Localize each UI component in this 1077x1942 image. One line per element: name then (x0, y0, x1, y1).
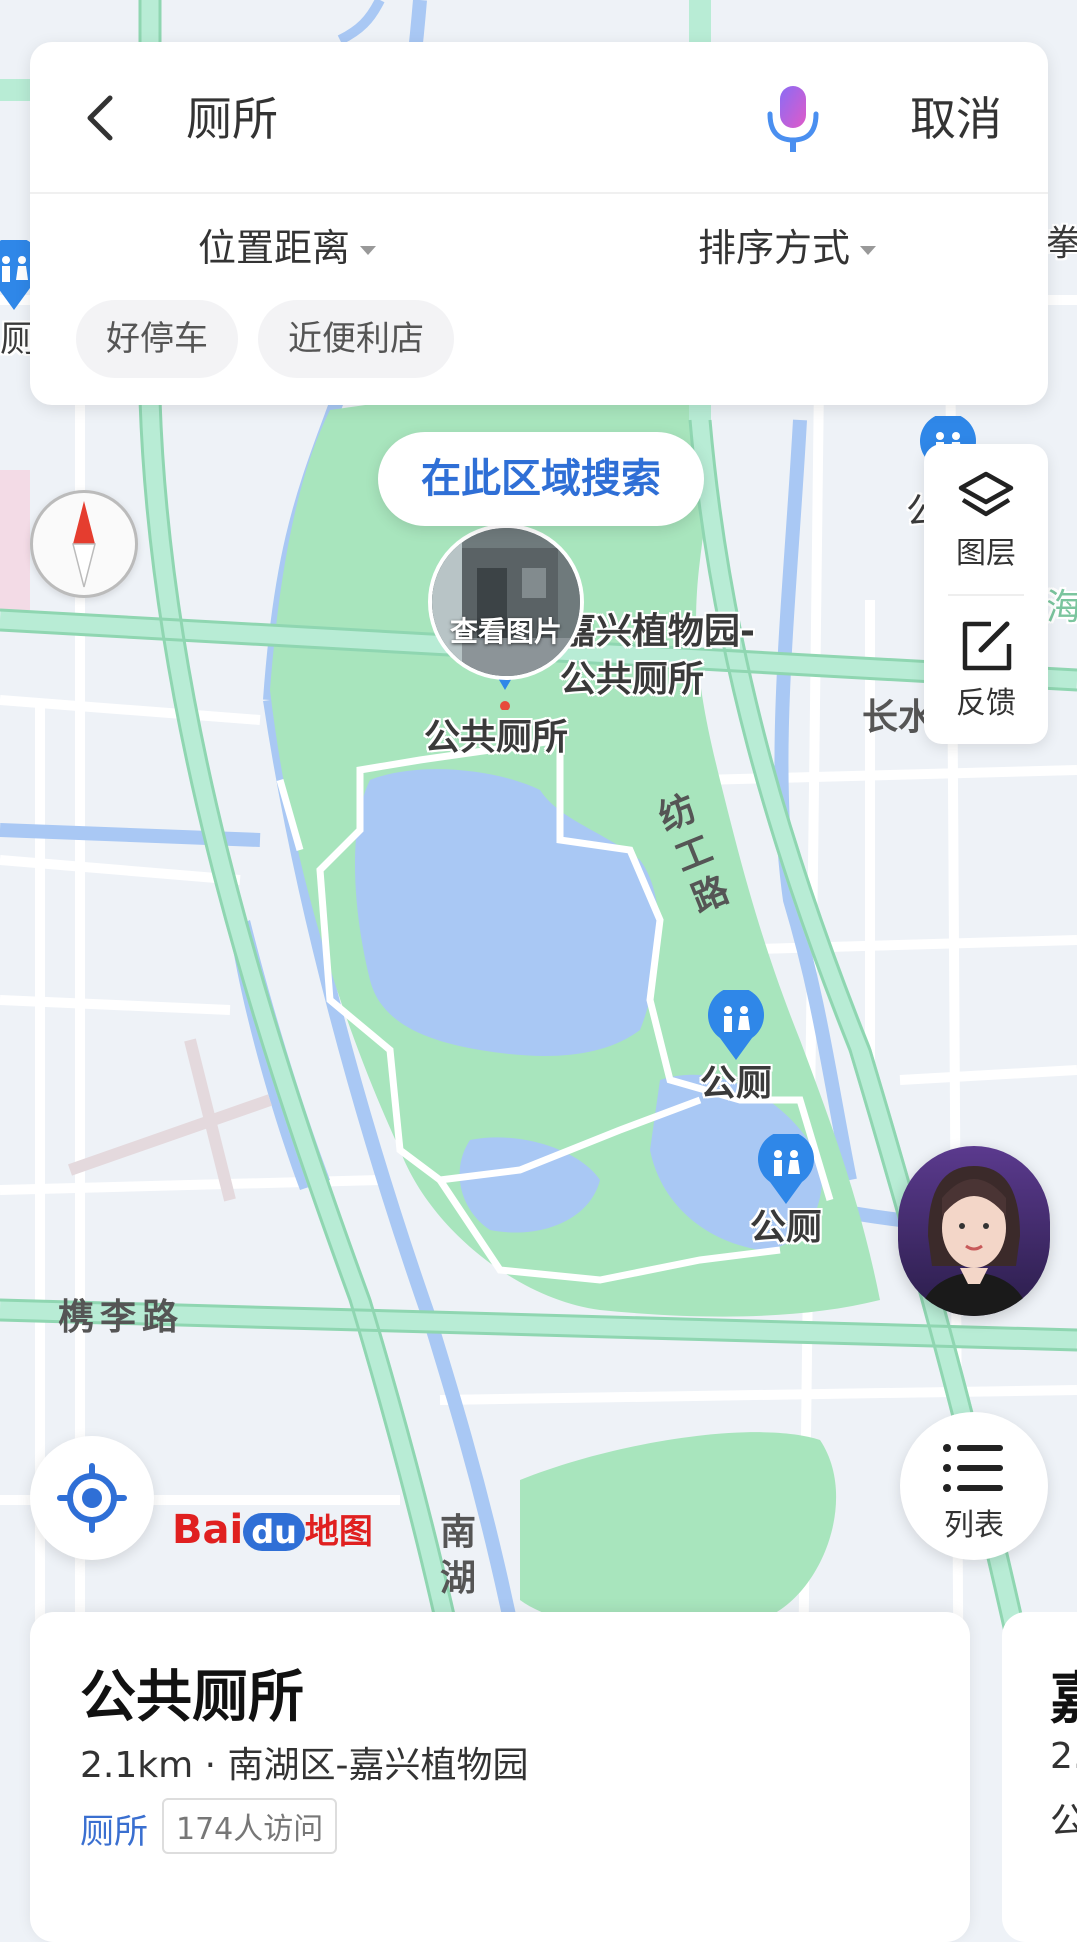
poi-main-label[interactable]: 公共厕所 (424, 708, 568, 760)
locate-icon (57, 1463, 127, 1533)
chevron-down-icon (860, 246, 877, 255)
search-this-area-button[interactable]: 在此区域搜索 (378, 432, 704, 526)
photo-caption: 查看图片 (449, 615, 562, 648)
baidu-map-logo: Bai du 地图 (172, 1504, 373, 1553)
road-label-nanhu: 南湖 (440, 1512, 477, 1599)
toilet-label-2[interactable]: 公厕 (750, 1198, 822, 1250)
compass-icon (72, 501, 96, 588)
filter-sort-label: 排序方式 (698, 226, 851, 270)
layers-icon (958, 471, 1014, 517)
next-result-meta: 2. (1050, 1736, 1077, 1777)
edit-icon (962, 621, 1012, 671)
filter-sort-dropdown[interactable]: 排序方式 (698, 220, 877, 276)
toilet-pin-icon[interactable] (756, 1134, 816, 1206)
layers-label: 图层 (956, 536, 1016, 571)
logo-ditu: 地图 (304, 1512, 373, 1552)
feedback-button[interactable]: 反馈 (924, 618, 1048, 722)
road-label-zuili: 槜李路 (58, 1297, 185, 1338)
next-result-card[interactable]: 嘉 2. 公 (1002, 1612, 1077, 1942)
chip-convenience-store[interactable]: 近便利店 (258, 300, 454, 378)
search-panel: 厕所 取消 位置距离 排序方式 好停车 近便利店 (30, 42, 1048, 405)
next-result-line: 公 (1050, 1801, 1077, 1842)
toilet-pin-icon[interactable] (706, 990, 766, 1062)
list-view-button[interactable]: 列表 (900, 1412, 1048, 1560)
compass-button[interactable] (30, 490, 138, 598)
list-label: 列表 (944, 1508, 1004, 1543)
assistant-avatar[interactable] (898, 1146, 1050, 1316)
result-visits-badge: 174人访问 (162, 1798, 338, 1854)
poi-secondary-label-2[interactable]: 公共厕所 (560, 650, 704, 702)
chevron-down-icon (360, 246, 377, 255)
edge-label-right-2: 海 (1046, 587, 1077, 628)
list-icon (943, 1444, 1003, 1492)
result-meta: 2.1km · 南湖区-嘉兴植物园 (80, 1745, 529, 1786)
poi-secondary-label-1[interactable]: 嘉兴植物园- (560, 602, 755, 654)
microphone-icon[interactable] (758, 82, 828, 156)
search-query-input[interactable]: 厕所 (186, 88, 278, 150)
layers-button[interactable]: 图层 (924, 468, 1048, 572)
logo-du: du (243, 1513, 305, 1551)
locate-me-button[interactable] (30, 1436, 154, 1560)
result-title: 公共厕所 (80, 1665, 304, 1730)
logo-bai: Bai (172, 1507, 244, 1553)
filter-distance-label: 位置距离 (198, 226, 351, 270)
toilet-label-1[interactable]: 公厕 (700, 1054, 772, 1106)
result-card[interactable]: 公共厕所 2.1km · 南湖区-嘉兴植物园 厕所 174人访问 (30, 1612, 970, 1942)
filter-distance-dropdown[interactable]: 位置距离 (198, 220, 377, 276)
chip-parking[interactable]: 好停车 (76, 300, 238, 378)
cancel-button[interactable]: 取消 (910, 88, 1002, 150)
next-result-title: 嘉 (1050, 1654, 1077, 1735)
divider (30, 192, 1048, 194)
back-arrow-icon[interactable] (72, 88, 132, 148)
map-tools-panel: 图层 反馈 (924, 444, 1048, 744)
edge-label-right-top: 拳 (1046, 223, 1077, 264)
divider (948, 594, 1024, 596)
district-block (0, 470, 30, 610)
result-category: 厕所 (80, 1812, 148, 1852)
poi-photo-marker[interactable]: 查看图片 (428, 524, 584, 680)
feedback-label: 反馈 (956, 686, 1016, 721)
assistant-avatar-image (898, 1146, 1050, 1316)
